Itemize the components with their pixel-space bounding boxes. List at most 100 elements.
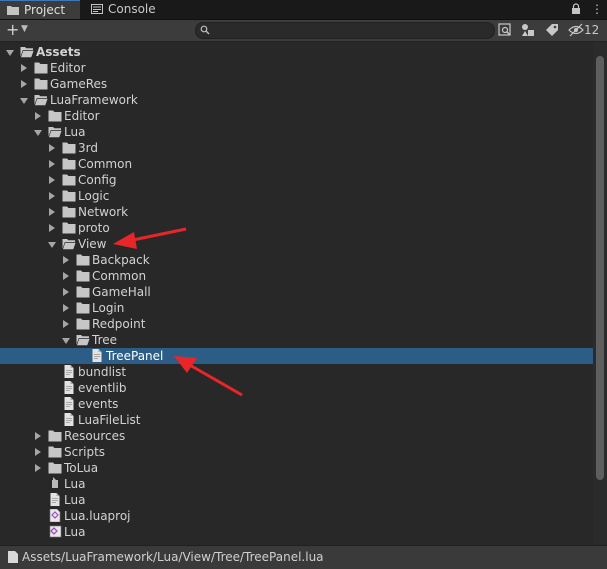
tree-folder-row[interactable]: Assets (0, 44, 593, 60)
selected-asset-path: Assets/LuaFramework/Lua/View/Tree/TreePa… (22, 550, 324, 564)
hidden-packages-icon[interactable] (567, 21, 585, 39)
lock-icon[interactable] (571, 3, 581, 15)
tree-folder-row[interactable]: Tree (0, 332, 593, 348)
expand-arrow-right-icon[interactable] (49, 192, 55, 200)
folder-open-icon (20, 45, 35, 58)
tree-folder-row[interactable]: Resources (0, 428, 593, 444)
expand-arrow-right-icon[interactable] (63, 272, 69, 280)
tree-folder-row[interactable]: Editor (0, 108, 593, 124)
tab-console[interactable]: Console (84, 0, 164, 19)
project-tree: Assets Editor GameRes LuaFramework Editor Lua… (0, 42, 593, 544)
tree-folder-row[interactable]: Lua (0, 124, 593, 140)
tree-file-row[interactable]: Lua (0, 524, 593, 540)
tree-folder-row[interactable]: 3rd (0, 140, 593, 156)
tree-folder-row[interactable]: Logic (0, 188, 593, 204)
expand-arrow-down-icon[interactable] (48, 242, 56, 248)
vertical-scrollbar[interactable] (593, 42, 607, 544)
expand-arrow-down-icon[interactable] (6, 50, 14, 56)
tree-file-row[interactable]: bundlist (0, 364, 593, 380)
unity-asset-icon (48, 477, 62, 490)
expand-arrow-right-icon[interactable] (35, 112, 41, 120)
tree-folder-row[interactable]: Editor (0, 60, 593, 76)
expand-arrow-right-icon[interactable] (63, 256, 69, 264)
expand-arrow-right-icon[interactable] (49, 208, 55, 216)
tree-file-row[interactable]: Lua.luaproj (0, 508, 593, 524)
expand-arrow-down-icon[interactable] (62, 338, 70, 344)
expand-arrow-right-icon[interactable] (49, 160, 55, 168)
expand-arrow-right-icon[interactable] (49, 176, 55, 184)
tree-item-label: bundlist (78, 365, 127, 379)
folder-icon (76, 317, 90, 330)
folder-icon (76, 253, 90, 266)
create-button[interactable]: + (6, 21, 19, 39)
search-by-type-icon[interactable] (496, 21, 514, 39)
tree-item-label: GameRes (50, 77, 108, 91)
expand-arrow-down-icon[interactable] (34, 130, 42, 136)
tree-folder-row[interactable]: Config (0, 172, 593, 188)
file-white-icon (48, 493, 62, 506)
tree-folder-row[interactable]: View (0, 236, 593, 252)
tree-folder-row[interactable]: Redpoint (0, 316, 593, 332)
tree-item-label: Scripts (64, 445, 106, 459)
expand-arrow-right-icon[interactable] (21, 80, 27, 88)
vs-solution-icon (48, 525, 62, 538)
tree-item-label: Login (92, 301, 125, 315)
folder-icon (62, 189, 76, 202)
folder-icon (48, 461, 62, 474)
tab-project[interactable]: Project (0, 0, 80, 19)
expand-arrow-right-icon[interactable] (63, 304, 69, 312)
scrollbar-thumb[interactable] (596, 56, 604, 480)
expand-arrow-right-icon[interactable] (49, 144, 55, 152)
folder-icon (34, 77, 48, 90)
tree-folder-row[interactable]: proto (0, 220, 593, 236)
folder-icon (7, 6, 19, 15)
tree-folder-row[interactable]: Common (0, 156, 593, 172)
chevron-down-icon[interactable]: ▼ (21, 24, 28, 34)
tree-folder-row[interactable]: GameHall (0, 284, 593, 300)
folder-icon (62, 157, 76, 170)
tree-item-label: events (78, 397, 119, 411)
expand-arrow-right-icon[interactable] (63, 288, 69, 296)
tree-item-label: Editor (64, 109, 100, 123)
tab-project-label: Project (24, 3, 66, 17)
tree-file-row[interactable]: Lua (0, 492, 593, 508)
search-field[interactable] (195, 22, 495, 39)
tab-console-label: Console (108, 2, 156, 16)
tree-folder-row[interactable]: GameRes (0, 76, 593, 92)
tree-item-label: Lua (64, 477, 86, 491)
expand-arrow-right-icon[interactable] (35, 432, 41, 440)
expand-arrow-right-icon[interactable] (21, 64, 27, 72)
tree-folder-row[interactable]: Network (0, 204, 593, 220)
expand-arrow-right-icon[interactable] (35, 464, 41, 472)
tree-folder-row[interactable]: Common (0, 268, 593, 284)
tree-folder-row[interactable]: Login (0, 300, 593, 316)
filter-by-label-icon[interactable] (543, 21, 561, 39)
tree-folder-row[interactable]: LuaFramework (0, 92, 593, 108)
tree-folder-row[interactable]: Backpack (0, 252, 593, 268)
folder-icon (62, 173, 76, 186)
folder-icon (62, 205, 76, 218)
status-bar: Assets/LuaFramework/Lua/View/Tree/TreePa… (0, 545, 607, 569)
tree-file-row[interactable]: TreePanel (0, 348, 593, 364)
expand-arrow-right-icon[interactable] (49, 224, 55, 232)
tree-file-row[interactable]: LuaFileList (0, 412, 593, 428)
tree-item-label: Lua (64, 125, 86, 139)
expand-arrow-right-icon[interactable] (63, 320, 69, 328)
tree-file-row[interactable]: events (0, 396, 593, 412)
expand-arrow-right-icon[interactable] (35, 448, 41, 456)
tree-folder-row[interactable]: ToLua (0, 460, 593, 476)
expand-arrow-down-icon[interactable] (20, 98, 28, 104)
tree-file-row[interactable]: Lua (0, 476, 593, 492)
search-input[interactable] (212, 23, 487, 38)
tree-file-row[interactable]: eventlib (0, 380, 593, 396)
tree-folder-row[interactable]: Scripts (0, 444, 593, 460)
filter-by-type-icon[interactable] (519, 21, 537, 39)
file-icon (90, 349, 104, 362)
file-icon (62, 397, 76, 410)
tree-item-label: Common (78, 157, 133, 171)
tab-more-menu[interactable]: ⋮ (591, 2, 603, 16)
tree-item-label: Lua (64, 493, 86, 507)
tree-item-label: LuaFramework (50, 93, 138, 107)
tab-bar: Project Console ⋮ (0, 0, 607, 20)
tree-item-label: Common (92, 269, 147, 283)
